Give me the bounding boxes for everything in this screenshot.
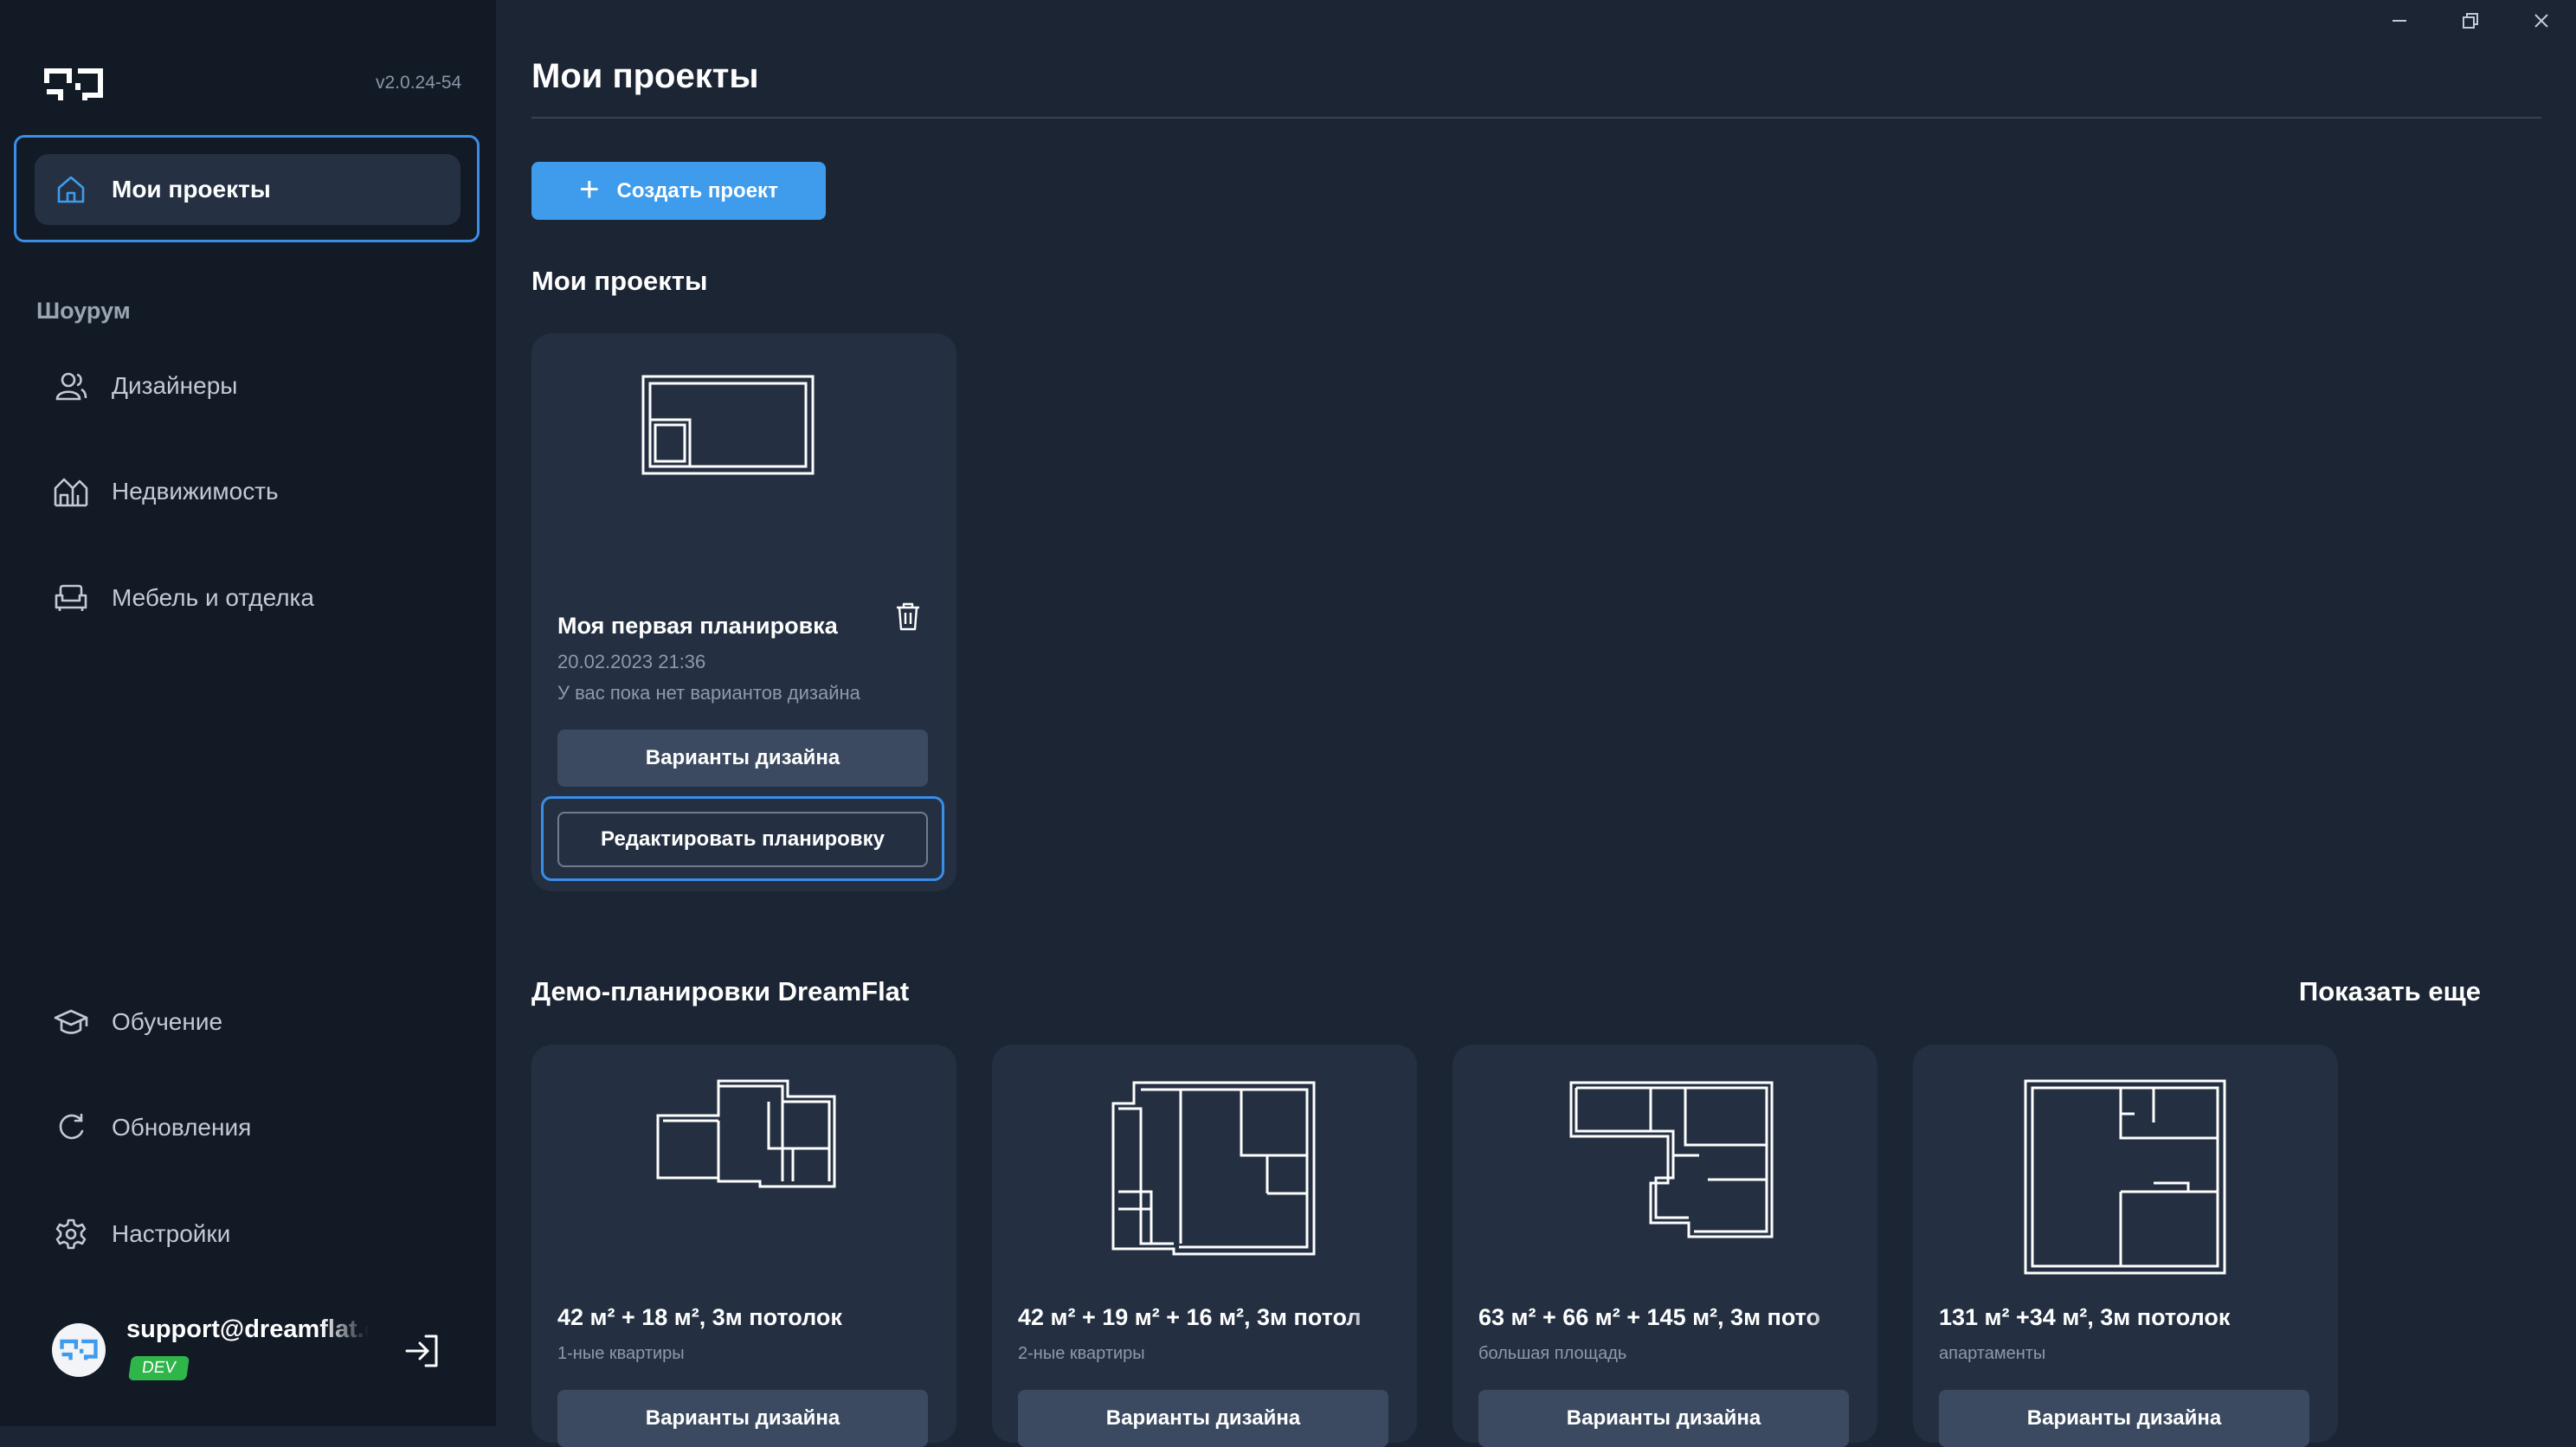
design-variants-button[interactable]: Варианты дизайна <box>1478 1390 1849 1447</box>
sidebar-item-label: Обучение <box>112 1008 223 1035</box>
page-title: Мои проекты <box>531 57 759 95</box>
demo-card-title: 42 м² + 19 м² + 16 м², 3м потол <box>1018 1304 1362 1330</box>
project-date: 20.02.2023 21:36 <box>557 651 706 672</box>
buildings-icon <box>52 473 90 511</box>
floorplan-thumbnail <box>656 1079 838 1196</box>
sidebar-item-settings[interactable]: Настройки <box>35 1199 460 1270</box>
floorplan-thumbnail <box>1111 1079 1316 1262</box>
sidebar-item-label: Дизайнеры <box>112 372 238 399</box>
floorplan-thumbnail <box>2024 1079 2226 1279</box>
trash-icon[interactable] <box>895 601 921 631</box>
graduation-cap-icon <box>52 1003 90 1041</box>
sidebar-item-real-estate[interactable]: Недвижимость <box>35 456 460 527</box>
section-title-my-projects: Мои проекты <box>531 266 708 296</box>
divider <box>531 117 2541 119</box>
users-icon <box>52 367 90 405</box>
show-more-link[interactable]: Показать еще <box>2299 976 2481 1007</box>
design-variants-button[interactable]: Варианты дизайна <box>557 1390 928 1447</box>
demo-card[interactable]: 63 м² + 66 м² + 145 м², 3м пото большая … <box>1452 1045 1877 1447</box>
sidebar-item-learning[interactable]: Обучение <box>35 987 460 1058</box>
sidebar-item-label: Настройки <box>112 1220 231 1247</box>
project-title: Моя первая планировка <box>557 613 838 639</box>
user-email: support@dreamflat.d <box>126 1315 369 1343</box>
sidebar-item-updates[interactable]: Обновления <box>35 1092 460 1163</box>
app-version: v2.0.24-54 <box>376 73 462 93</box>
app-logo <box>43 66 104 104</box>
close-button[interactable] <box>2521 5 2562 36</box>
create-project-button[interactable]: + Создать проект <box>531 162 826 220</box>
sofa-icon <box>52 579 90 617</box>
sidebar-item-label: Недвижимость <box>112 478 279 505</box>
section-label-showroom: Шоурум <box>36 298 131 324</box>
sidebar-item-label: Мои проекты <box>112 176 271 203</box>
sidebar: v2.0.24-54 Мои проекты Шоурум Дизайнеры … <box>0 0 496 1426</box>
logout-icon[interactable] <box>403 1331 443 1371</box>
sidebar-item-furniture[interactable]: Мебель и отделка <box>35 563 460 633</box>
minimize-button[interactable] <box>2379 5 2420 36</box>
project-status: У вас пока нет вариантов дизайна <box>557 682 860 704</box>
floorplan-thumbnail <box>641 375 815 479</box>
home-icon <box>52 170 90 209</box>
design-variants-button[interactable]: Варианты дизайна <box>1939 1390 2309 1447</box>
demo-card-category: апартаменты <box>1939 1344 2046 1363</box>
design-variants-button[interactable]: Варианты дизайна <box>557 730 928 787</box>
demo-card-title: 131 м² +34 м², 3м потолок <box>1939 1304 2231 1330</box>
sidebar-item-label: Мебель и отделка <box>112 584 314 611</box>
demo-card-category: большая площадь <box>1478 1344 1627 1363</box>
demo-card-category: 2-ные квартиры <box>1018 1344 1145 1363</box>
demo-card-title: 42 м² + 18 м², 3м потолок <box>557 1304 842 1330</box>
section-title-demo: Демо-планировки DreamFlat <box>531 976 910 1006</box>
gear-icon <box>52 1215 90 1253</box>
create-project-label: Создать проект <box>616 178 778 203</box>
demo-card[interactable]: 42 м² + 19 м² + 16 м², 3м потол 2-ные кв… <box>992 1045 1417 1447</box>
avatar[interactable] <box>52 1323 106 1377</box>
demo-card-category: 1-ные квартиры <box>557 1344 685 1363</box>
design-variants-button[interactable]: Варианты дизайна <box>1018 1390 1388 1447</box>
env-badge: DEV <box>128 1356 190 1380</box>
plus-icon: + <box>579 170 600 209</box>
floorplan-thumbnail <box>1569 1079 1774 1244</box>
demo-card-title: 63 м² + 66 м² + 145 м², 3м пото <box>1478 1304 1821 1330</box>
refresh-icon <box>52 1109 90 1147</box>
demo-card[interactable]: 131 м² +34 м², 3м потолок апартаменты Ва… <box>1913 1045 2338 1447</box>
demo-card[interactable]: 42 м² + 18 м², 3м потолок 1-ные квартиры… <box>531 1045 956 1447</box>
sidebar-item-designers[interactable]: Дизайнеры <box>35 350 460 421</box>
focus-ring <box>541 796 944 881</box>
sidebar-item-label: Обновления <box>112 1114 252 1141</box>
restore-button[interactable] <box>2450 5 2491 36</box>
sidebar-item-my-projects[interactable]: Мои проекты <box>35 154 460 225</box>
